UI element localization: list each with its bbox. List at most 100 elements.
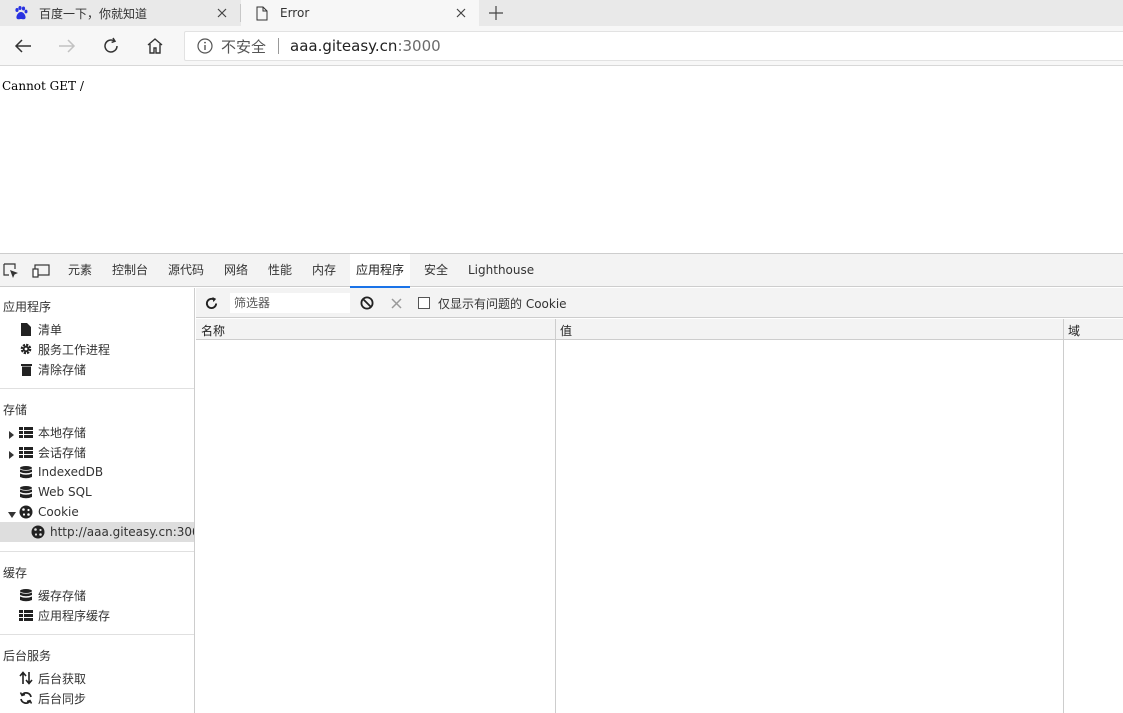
grid-icon	[19, 425, 33, 439]
address-divider	[278, 38, 280, 54]
database-icon	[19, 485, 33, 499]
only-issues-label[interactable]: 仅显示有问题的 Cookie	[438, 295, 567, 312]
back-button[interactable]	[11, 34, 35, 58]
sidebar-item-label: Web SQL	[38, 485, 92, 499]
devtools-tab-security[interactable]: 安全	[418, 254, 454, 287]
cookies-panel: 仅显示有问题的 Cookie 名称 值 域	[196, 288, 1123, 713]
file-icon	[19, 322, 33, 336]
devtools-tab-bar: 元素 控制台 源代码 网络 性能 内存 应用程序 安全 Lighthouse	[0, 254, 1123, 288]
database-icon	[19, 588, 33, 602]
section-title-cache: 缓存	[3, 566, 28, 580]
section-title-background-services: 后台服务	[3, 649, 52, 663]
delete-selected-button[interactable]	[388, 295, 404, 311]
url-port: :3000	[397, 37, 441, 55]
forward-button[interactable]	[55, 34, 79, 58]
devtools-tab-sources[interactable]: 源代码	[162, 254, 210, 287]
tab-title: 百度一下，你就知道	[39, 6, 148, 21]
grid-icon	[19, 445, 33, 459]
devtools-tab-network[interactable]: 网络	[218, 254, 254, 287]
sidebar-item-label: 清单	[38, 322, 63, 337]
sidebar-item-local-storage[interactable]: 本地存储	[0, 422, 194, 442]
sidebar-item-label: IndexedDB	[38, 465, 104, 479]
devtools-tab-performance[interactable]: 性能	[262, 254, 298, 287]
home-button[interactable]	[143, 34, 167, 58]
navigation-bar: 不安全 aaa.giteasy.cn :3000	[0, 26, 1123, 66]
sidebar-item-label: 清除存储	[38, 362, 87, 377]
sidebar-item-label: 缓存存储	[38, 588, 87, 603]
caret-right-icon[interactable]	[8, 428, 16, 439]
sidebar-item-label: http://aaa.giteasy.cn:3000	[50, 525, 195, 539]
refresh-button[interactable]	[203, 295, 219, 311]
document-icon	[254, 5, 270, 21]
section-divider	[0, 388, 194, 389]
sidebar-item-manifest[interactable]: 清单	[0, 319, 194, 339]
sidebar-item-service-workers[interactable]: 服务工作进程	[0, 339, 194, 359]
devtools-panel: 元素 控制台 源代码 网络 性能 内存 应用程序 安全 Lighthouse 应…	[0, 253, 1123, 713]
tab-strip: 百度一下，你就知道 Error	[0, 0, 1123, 26]
section-title-application: 应用程序	[3, 300, 52, 314]
refresh-button[interactable]	[99, 34, 123, 58]
sidebar-item-cache-storage[interactable]: 缓存存储	[0, 585, 194, 605]
arrow-left-icon	[14, 39, 31, 53]
up-down-arrows-icon	[19, 671, 33, 685]
page-content: Cannot GET /	[0, 67, 1123, 253]
section-divider	[0, 634, 194, 635]
url-host: aaa.giteasy.cn	[290, 37, 398, 55]
devtools-tab-elements[interactable]: 元素	[62, 254, 98, 287]
clear-all-button[interactable]	[359, 295, 375, 311]
refresh-icon	[205, 296, 217, 309]
sidebar-item-cookies[interactable]: Cookie	[0, 502, 194, 522]
tab-baidu[interactable]: 百度一下，你就知道	[0, 0, 240, 26]
sidebar-item-session-storage[interactable]: 会话存储	[0, 442, 194, 462]
home-icon	[147, 38, 163, 54]
devtools-tab-memory[interactable]: 内存	[306, 254, 342, 287]
cookie-icon	[31, 525, 45, 539]
column-header-domain[interactable]: 域	[1068, 322, 1080, 339]
sidebar-item-web-sql[interactable]: Web SQL	[0, 482, 194, 502]
block-icon	[360, 296, 374, 310]
close-icon[interactable]	[214, 5, 230, 21]
only-issues-checkbox[interactable]	[418, 297, 430, 309]
cookies-toolbar: 仅显示有问题的 Cookie	[196, 288, 1123, 318]
baidu-paw-icon	[13, 5, 29, 21]
devtools-tab-lighthouse[interactable]: Lighthouse	[462, 254, 540, 287]
database-icon	[19, 465, 33, 479]
sidebar-item-indexeddb[interactable]: IndexedDB	[0, 462, 194, 482]
inspect-element-icon[interactable]	[2, 263, 20, 279]
sidebar-item-label: 本地存储	[38, 425, 87, 440]
sidebar-item-label: 应用程序缓存	[38, 608, 111, 623]
address-bar[interactable]: 不安全 aaa.giteasy.cn :3000	[184, 31, 1123, 61]
sidebar-item-label: 后台获取	[38, 671, 87, 686]
column-divider[interactable]	[1063, 319, 1064, 713]
column-header-name[interactable]: 名称	[201, 322, 225, 339]
filter-input[interactable]	[230, 293, 350, 313]
tab-error[interactable]: Error	[241, 0, 479, 26]
device-toolbar-icon[interactable]	[32, 263, 50, 279]
column-header-value[interactable]: 值	[560, 322, 572, 339]
section-title-storage: 存储	[3, 403, 28, 417]
column-divider[interactable]	[555, 319, 556, 713]
caret-down-icon[interactable]	[8, 508, 16, 518]
close-icon[interactable]	[453, 5, 469, 21]
sidebar-item-label: 后台同步	[38, 691, 87, 706]
new-tab-button[interactable]	[486, 3, 506, 23]
tab-title: Error	[280, 6, 310, 20]
sidebar-item-cookie-origin[interactable]: http://aaa.giteasy.cn:3000	[0, 522, 195, 542]
plus-icon	[489, 6, 503, 20]
security-label[interactable]: 不安全	[221, 36, 266, 57]
cookie-icon	[19, 505, 33, 519]
devtools-tab-application[interactable]: 应用程序	[350, 254, 411, 288]
info-icon[interactable]	[197, 38, 213, 54]
sync-icon	[19, 691, 33, 705]
sidebar-item-background-fetch[interactable]: 后台获取	[0, 668, 194, 688]
application-sidebar: 应用程序 清单 服务工作进程 清除存储 存储 本地存储 会话存储 Indexed…	[0, 288, 195, 713]
cookies-table: 名称 值 域	[196, 319, 1123, 713]
sidebar-item-label: Cookie	[38, 505, 79, 519]
sidebar-item-clear-storage[interactable]: 清除存储	[0, 359, 194, 379]
sidebar-item-application-cache[interactable]: 应用程序缓存	[0, 605, 194, 625]
gear-icon	[19, 342, 33, 356]
sidebar-item-background-sync[interactable]: 后台同步	[0, 688, 194, 708]
devtools-tab-console[interactable]: 控制台	[106, 254, 154, 287]
caret-right-icon[interactable]	[8, 448, 16, 459]
section-divider	[0, 551, 194, 552]
